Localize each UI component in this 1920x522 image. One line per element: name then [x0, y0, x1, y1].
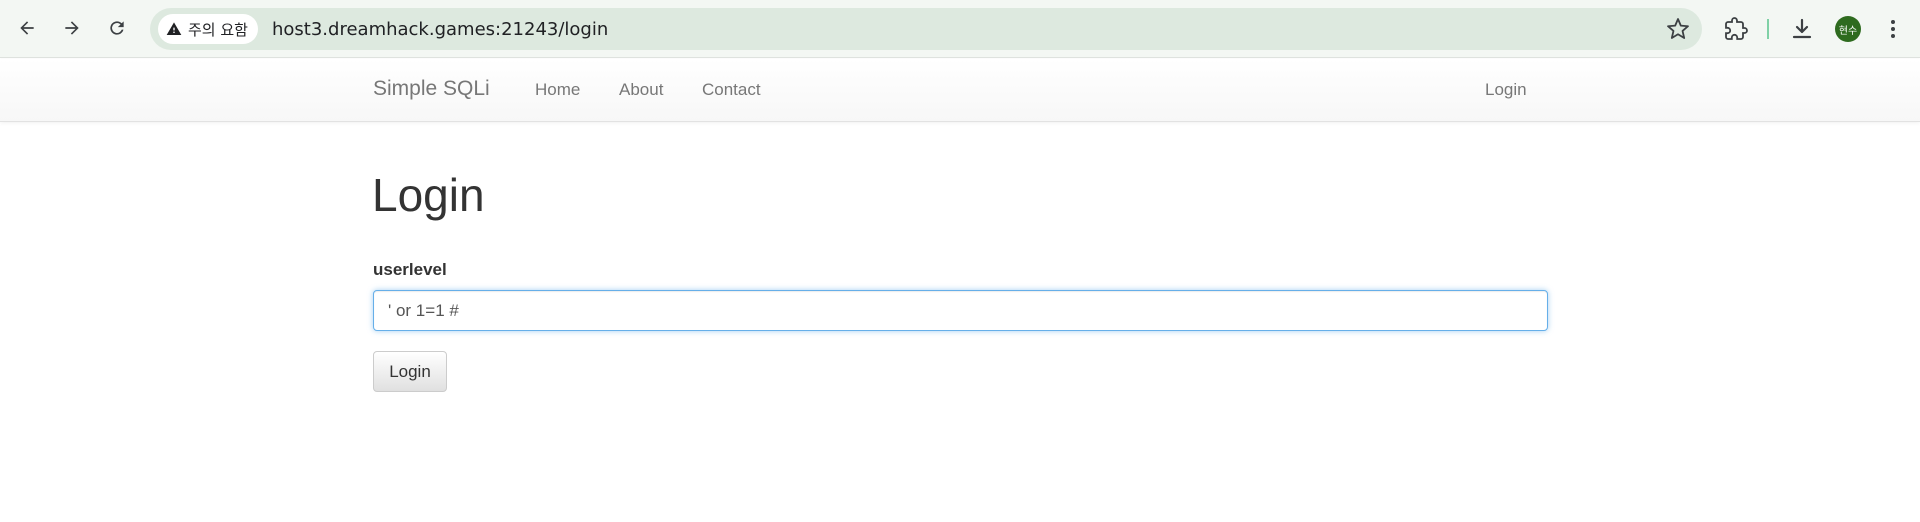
back-arrow-icon [20, 21, 34, 35]
toolbar-separator [1767, 19, 1769, 39]
site-brand[interactable]: Simple SQLi [373, 77, 490, 101]
userlevel-input[interactable] [373, 290, 1548, 331]
profile-avatar[interactable]: 현수 [1835, 16, 1861, 42]
browser-toolbar: 주의 요함 host3.dreamhack.games:21243/login … [0, 0, 1920, 58]
reload-button[interactable] [99, 10, 135, 46]
reload-icon [110, 21, 124, 35]
extensions-icon[interactable] [1724, 17, 1748, 41]
page-title: Login [372, 169, 485, 221]
download-icon[interactable] [1790, 17, 1814, 41]
userlevel-label: userlevel [373, 260, 447, 279]
more-vert-icon[interactable] [1881, 17, 1905, 41]
forward-button[interactable] [54, 10, 90, 46]
login-button[interactable]: Login [373, 351, 447, 392]
forward-arrow-icon [65, 21, 79, 35]
address-bar[interactable]: 주의 요함 host3.dreamhack.games:21243/login [150, 8, 1702, 50]
warning-icon [166, 22, 182, 35]
nav-link-login[interactable]: Login [1485, 80, 1527, 100]
nav-link-contact[interactable]: Contact [702, 80, 761, 100]
back-button[interactable] [9, 10, 45, 46]
nav-link-about[interactable]: About [619, 80, 663, 100]
url-text[interactable]: host3.dreamhack.games:21243/login [272, 19, 608, 40]
nav-link-home[interactable]: Home [535, 80, 580, 100]
security-chip[interactable]: 주의 요함 [158, 14, 258, 44]
security-label: 주의 요함 [188, 20, 248, 39]
star-icon[interactable] [1666, 17, 1690, 41]
site-navbar: Simple SQLi Home About Contact Login [0, 59, 1920, 122]
